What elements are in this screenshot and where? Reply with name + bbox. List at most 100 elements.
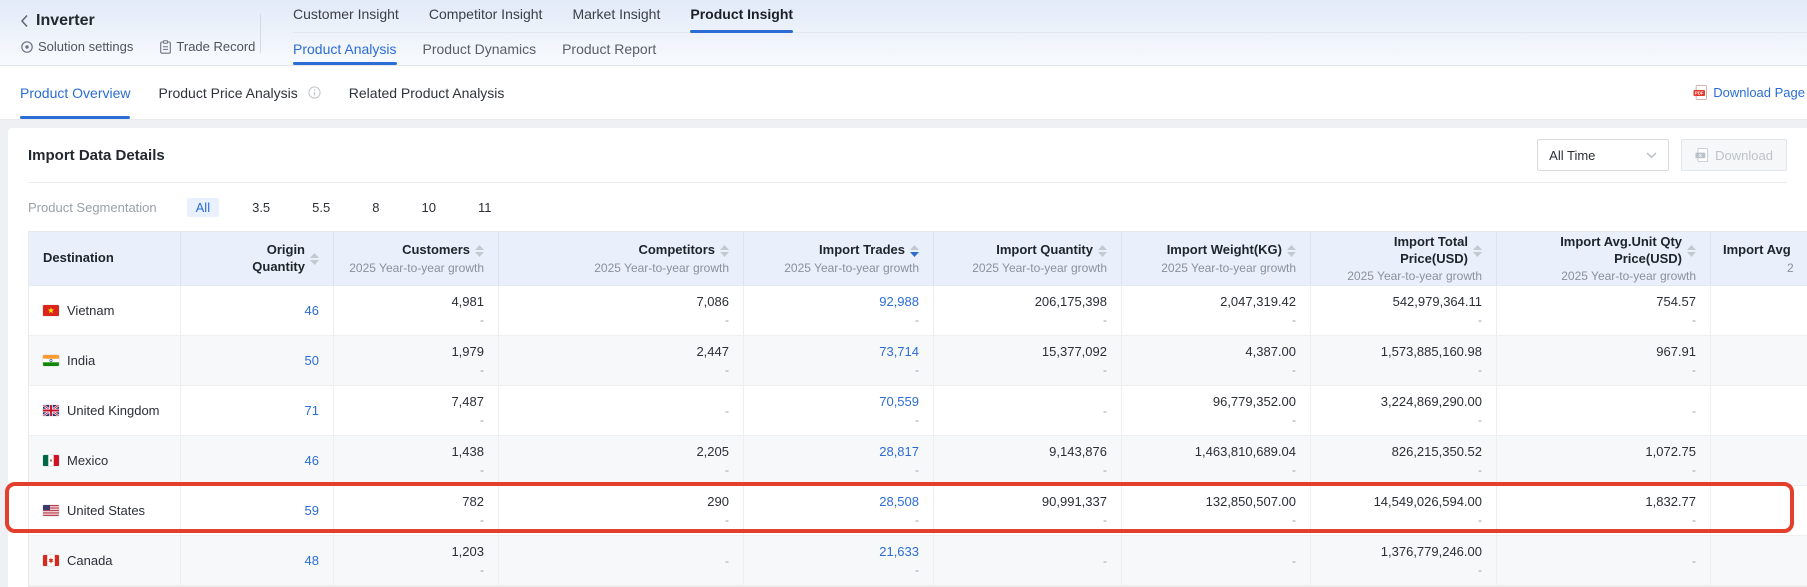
solution-settings-button[interactable]: Solution settings xyxy=(20,39,133,54)
sort-carets-icon[interactable] xyxy=(720,245,729,257)
segmentation-option-3-5[interactable]: 3.5 xyxy=(243,198,279,217)
cell-destination: Canada xyxy=(29,536,181,585)
flag-ca-icon xyxy=(43,555,59,566)
analysis-subnav: Product Overview Product Price Analysis Re… xyxy=(0,66,1807,120)
yoy-growth: - xyxy=(1292,413,1296,427)
destination-label: United States xyxy=(67,503,145,518)
sort-carets-icon[interactable] xyxy=(1098,245,1107,257)
value: 2,205 xyxy=(696,444,729,459)
segmentation-label: Product Segmentation xyxy=(28,200,157,215)
secondary-tab-product-analysis[interactable]: Product Analysis xyxy=(293,33,397,65)
sort-carets-icon[interactable] xyxy=(1287,245,1296,257)
cell-import-total-price: 1,573,885,160.98- xyxy=(1311,336,1497,385)
segmentation-option-10[interactable]: 10 xyxy=(412,198,444,217)
cell-customers: 4,981- xyxy=(334,286,499,335)
secondary-tab-product-report[interactable]: Product Report xyxy=(562,33,656,65)
primary-tab-product-insight[interactable]: Product Insight xyxy=(690,6,793,32)
yoy-growth: - xyxy=(1292,513,1296,527)
subnav-tab-product-overview[interactable]: Product Overview xyxy=(20,66,130,119)
yoy-growth: - xyxy=(480,313,484,327)
segmentation-option-all[interactable]: All xyxy=(187,198,219,217)
cell-import-quantity: - xyxy=(934,536,1122,585)
cell-import-total-price: 3,224,869,290.00- xyxy=(1311,386,1497,435)
yoy-growth: - xyxy=(1292,313,1296,327)
column-header-import-trades[interactable]: Import Trades2025 Year-to-year growth xyxy=(744,232,934,285)
cell-origin-quantity: 48 xyxy=(181,536,334,585)
secondary-tab-product-dynamics[interactable]: Product Dynamics xyxy=(423,33,537,65)
cell-competitors: 290- xyxy=(499,486,744,535)
origin-quantity-link[interactable]: 46 xyxy=(305,453,319,468)
value: 1,376,779,246.00 xyxy=(1381,544,1482,559)
origin-quantity-link[interactable]: 46 xyxy=(305,303,319,318)
segmentation-option-11[interactable]: 11 xyxy=(469,198,501,217)
value: 1,203 xyxy=(451,544,484,559)
origin-quantity-link[interactable]: 50 xyxy=(305,353,319,368)
subnav-tab-product-price-analysis[interactable]: Product Price Analysis xyxy=(158,66,320,119)
origin-quantity-link[interactable]: 48 xyxy=(305,553,319,568)
subnav-tab-related-product-analysis[interactable]: Related Product Analysis xyxy=(349,66,505,119)
value: 1,072.75 xyxy=(1645,444,1696,459)
table-row-vietnam: Vietnam464,981-7,086-92,988-206,175,398-… xyxy=(29,286,1807,336)
sort-carets-icon[interactable] xyxy=(310,253,319,265)
sort-carets-icon[interactable] xyxy=(475,245,484,257)
cell-import-weight: - xyxy=(1122,536,1311,585)
download-page-link[interactable]: PDF Download Page xyxy=(1693,85,1805,100)
cell-customers: 7,487- xyxy=(334,386,499,435)
cell-destination: United Kingdom xyxy=(29,386,181,435)
back-icon[interactable] xyxy=(20,14,29,28)
sort-carets-icon[interactable] xyxy=(1687,245,1696,257)
column-header-origin-quantity[interactable]: OriginQuantity xyxy=(181,232,334,285)
cell-import-quantity: 206,175,398- xyxy=(934,286,1122,335)
table-row-india: India501,979-2,447-73,714-15,377,092-4,3… xyxy=(29,336,1807,386)
column-header-import-weight[interactable]: Import Weight(KG)2025 Year-to-year growt… xyxy=(1122,232,1311,285)
yoy-growth: - xyxy=(1478,313,1482,327)
origin-quantity-link[interactable]: 59 xyxy=(305,503,319,518)
insight-tabs: Customer Insight Competitor Insight Market… xyxy=(281,0,1807,65)
value: 826,215,350.52 xyxy=(1392,444,1482,459)
import-trades-link[interactable]: 92,988 xyxy=(879,294,919,309)
column-header-import-total-price[interactable]: Import Total Price(USD)2025 Year-to-year… xyxy=(1311,232,1497,285)
download-button[interactable]: X Download xyxy=(1681,139,1787,171)
import-trades-link[interactable]: 70,559 xyxy=(879,394,919,409)
value: 2,047,319.42 xyxy=(1220,294,1296,309)
destination-label: Mexico xyxy=(67,453,108,468)
cell-competitors: - xyxy=(499,386,744,435)
primary-tab-customer-insight[interactable]: Customer Insight xyxy=(293,6,399,32)
yoy-growth: - xyxy=(1692,513,1696,527)
import-trades-link[interactable]: 73,714 xyxy=(879,344,919,359)
flag-us-icon xyxy=(43,505,59,516)
cell-origin-quantity: 71 xyxy=(181,386,334,435)
column-header-import-avg-unit-qty-price[interactable]: Import Avg.Unit Qty Price(USD)2025 Year-… xyxy=(1497,232,1711,285)
yoy-growth: - xyxy=(480,463,484,477)
product-segmentation-row: Product Segmentation All 3.5 5.5 8 10 11 xyxy=(8,183,1807,231)
sort-carets-icon[interactable] xyxy=(910,245,919,257)
origin-quantity-link[interactable]: 71 xyxy=(305,403,319,418)
import-trades-link[interactable]: 28,508 xyxy=(879,494,919,509)
column-header-customers[interactable]: Customers2025 Year-to-year growth xyxy=(334,232,499,285)
value: 96,779,352.00 xyxy=(1213,394,1296,409)
yoy-growth: - xyxy=(1692,463,1696,477)
import-trades-link[interactable]: 21,633 xyxy=(879,544,919,559)
import-trades-link[interactable]: 28,817 xyxy=(879,444,919,459)
value: 4,387.00 xyxy=(1245,344,1296,359)
info-icon xyxy=(308,86,321,99)
value: 1,979 xyxy=(451,344,484,359)
value: 7,487 xyxy=(451,394,484,409)
cell-destination: Vietnam xyxy=(29,286,181,335)
time-filter-select[interactable]: All Time xyxy=(1537,139,1669,171)
cell-import-trades: 92,988- xyxy=(744,286,934,335)
page-title: Inverter xyxy=(36,12,95,30)
primary-tab-market-insight[interactable]: Market Insight xyxy=(572,6,660,32)
segmentation-option-5-5[interactable]: 5.5 xyxy=(303,198,339,217)
column-header-import-quantity[interactable]: Import Quantity2025 Year-to-year growth xyxy=(934,232,1122,285)
cell-competitors: 2,447- xyxy=(499,336,744,385)
flag-vn-icon xyxy=(43,305,59,316)
column-header-competitors[interactable]: Competitors2025 Year-to-year growth xyxy=(499,232,744,285)
sort-carets-icon[interactable] xyxy=(1473,245,1482,257)
yoy-growth: - xyxy=(1692,363,1696,377)
primary-tab-competitor-insight[interactable]: Competitor Insight xyxy=(429,6,543,32)
segmentation-option-8[interactable]: 8 xyxy=(363,198,388,217)
trade-record-button[interactable]: Trade Record xyxy=(159,39,255,54)
column-header-destination: Destination xyxy=(29,232,181,285)
table-row-united-states: United States59782-290-28,508-90,991,337… xyxy=(29,486,1807,536)
